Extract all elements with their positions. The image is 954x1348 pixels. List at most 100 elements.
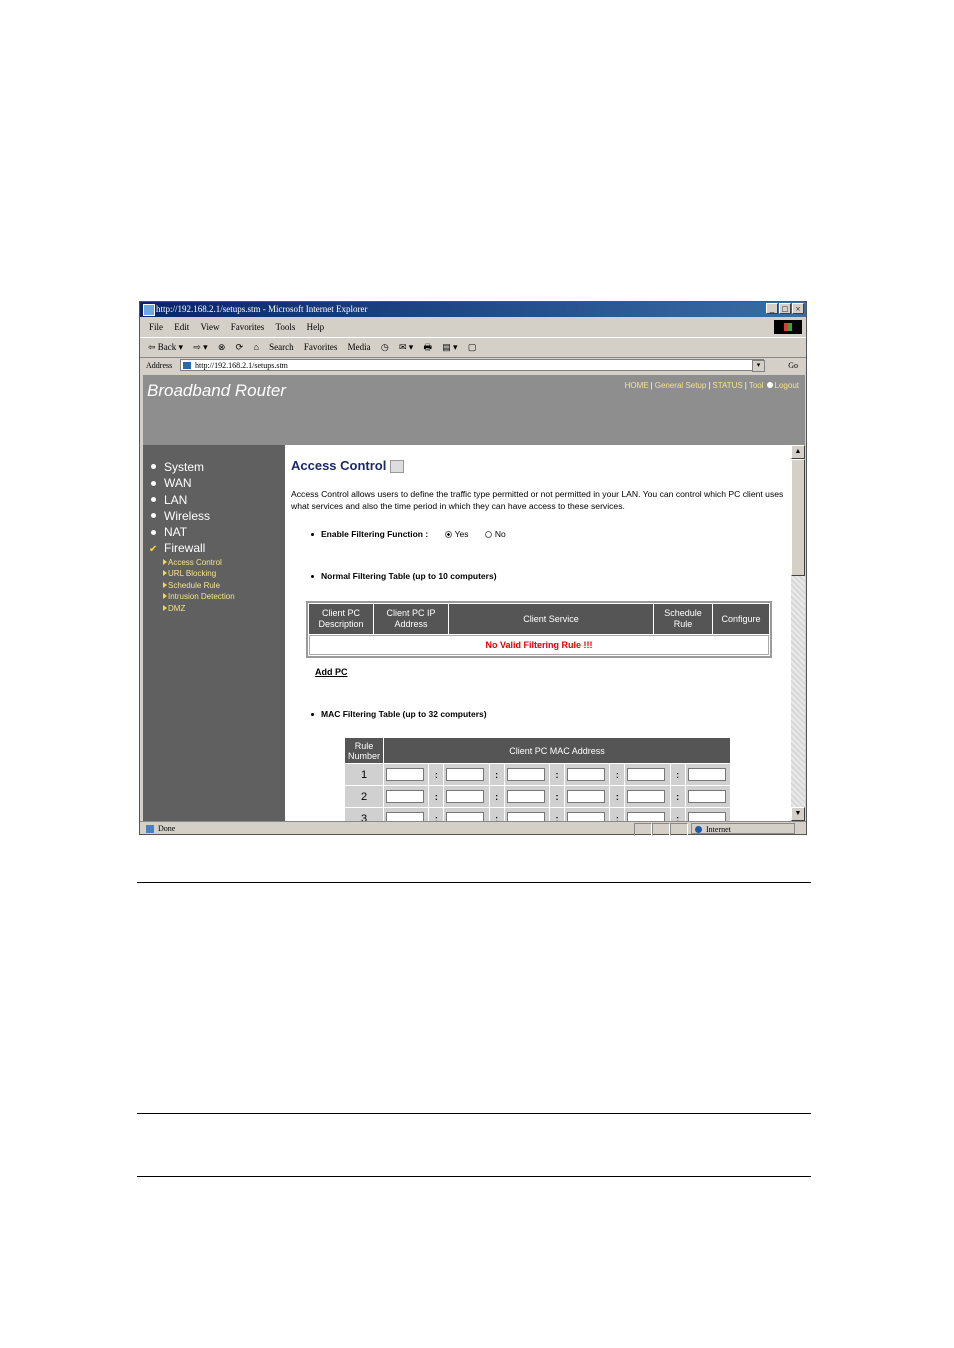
- address-bar: Address http://192.168.2.1/setups.stm ▾ …: [140, 357, 806, 374]
- menu-tools[interactable]: Tools: [275, 322, 295, 332]
- go-button[interactable]: Go: [788, 357, 798, 374]
- home-icon[interactable]: ⌂: [253, 342, 258, 352]
- sidebar-item-system[interactable]: System: [149, 459, 235, 475]
- address-dropdown-icon[interactable]: ▾: [752, 360, 765, 372]
- col-client-pc-ip: Client PC IP Address: [374, 604, 448, 634]
- scroll-up-icon[interactable]: ▲: [791, 445, 805, 459]
- bullet-icon: [311, 533, 314, 537]
- mac-field[interactable]: [386, 790, 424, 803]
- scroll-thumb[interactable]: [791, 459, 805, 576]
- mac-field[interactable]: [566, 768, 605, 781]
- scroll-down-icon[interactable]: ▼: [791, 807, 805, 821]
- bullet-icon: [151, 513, 156, 519]
- status-cell: [634, 823, 652, 836]
- col-client-pc-description: Client PC Description: [309, 604, 373, 634]
- refresh-icon[interactable]: ⟳: [236, 342, 244, 352]
- media-button[interactable]: Media: [348, 342, 371, 352]
- sidebar-sub-schedule-rule[interactable]: Schedule Rule: [163, 580, 235, 592]
- arrow-icon: [163, 581, 167, 588]
- menu-view[interactable]: View: [201, 322, 220, 332]
- col-client-service: Client Service: [449, 604, 653, 634]
- mac-field[interactable]: [386, 812, 424, 821]
- table-row: 2 : : : : :: [345, 786, 730, 807]
- mac-field[interactable]: [687, 790, 726, 803]
- favorites-button[interactable]: Favorites: [304, 342, 338, 352]
- back-button[interactable]: ⇦ Back ▾: [148, 342, 183, 352]
- table-row: 3 : : : : :: [345, 808, 730, 821]
- sidebar: System WAN LAN Wireless NAT ✔ Firewall Ac…: [143, 445, 285, 821]
- menu-edit[interactable]: Edit: [174, 322, 189, 332]
- mail-icon[interactable]: ✉ ▾: [399, 342, 413, 352]
- menu-help[interactable]: Help: [307, 322, 325, 332]
- mac-field[interactable]: [446, 768, 485, 781]
- divider: [137, 1113, 811, 1114]
- mac-field[interactable]: [506, 812, 545, 821]
- bullet-icon: [151, 496, 156, 502]
- mac-field[interactable]: [506, 768, 545, 781]
- sidebar-sub-access-control[interactable]: Access Control: [163, 557, 235, 569]
- windows-logo-icon: [774, 320, 802, 334]
- radio-yes[interactable]: Yes: [444, 529, 468, 539]
- mac-field[interactable]: [687, 812, 726, 821]
- bullet-icon: [151, 464, 156, 470]
- help-icon[interactable]: [390, 460, 405, 474]
- minimize-button[interactable]: _: [766, 303, 778, 314]
- mac-field[interactable]: [566, 812, 605, 821]
- forward-button[interactable]: ⇨ ▾: [193, 342, 207, 352]
- status-bar: Done Internet: [140, 821, 806, 836]
- address-input[interactable]: http://192.168.2.1/setups.stm: [180, 359, 764, 371]
- col-mac-address: Client PC MAC Address: [384, 738, 730, 763]
- sidebar-sub-intrusion-detection[interactable]: Intrusion Detection: [163, 591, 235, 603]
- arrow-icon: [163, 570, 167, 577]
- edit-icon[interactable]: ▤ ▾: [442, 342, 457, 352]
- search-button[interactable]: Search: [269, 342, 294, 352]
- col-rule-number: Rule Number: [345, 738, 383, 763]
- sidebar-item-lan[interactable]: LAN: [149, 492, 235, 508]
- mac-field[interactable]: [506, 790, 545, 803]
- router-banner: Broadband Router HOME | General Setup | STAT…: [143, 375, 805, 445]
- sidebar-sub-url-blocking[interactable]: URL Blocking: [163, 568, 235, 580]
- bullet-icon: [151, 480, 156, 486]
- mac-filtering-table: Rule Number Client PC MAC Address 1 : : …: [344, 737, 731, 821]
- nav-status[interactable]: STATUS: [712, 381, 742, 390]
- mac-field[interactable]: [627, 768, 666, 781]
- mac-field[interactable]: [446, 790, 485, 803]
- brand-title: Broadband Router: [147, 381, 286, 400]
- mac-field[interactable]: [687, 768, 726, 781]
- stop-icon[interactable]: ⊗: [218, 342, 226, 352]
- mac-field[interactable]: [566, 790, 605, 803]
- nav-tool[interactable]: Tool: [749, 381, 764, 390]
- mac-field[interactable]: [446, 812, 485, 821]
- arrow-icon: [163, 593, 167, 600]
- toolbar: ⇦ Back ▾ ⇨ ▾ ⊗ ⟳ ⌂ Search Favorites Medi…: [140, 337, 806, 358]
- close-button[interactable]: ×: [792, 303, 804, 314]
- menu-favorites[interactable]: Favorites: [231, 322, 265, 332]
- logout-icon: [766, 382, 773, 388]
- status-cell: [670, 823, 688, 836]
- maximize-button[interactable]: □: [779, 303, 791, 314]
- add-pc-link[interactable]: Add PC: [315, 667, 348, 677]
- menu-file[interactable]: File: [149, 322, 163, 332]
- top-nav: HOME | General Setup | STATUS | Tool Logout: [624, 381, 799, 390]
- mac-field[interactable]: [627, 812, 666, 821]
- nav-home[interactable]: HOME: [625, 381, 649, 390]
- bullet-icon: [311, 713, 314, 717]
- discuss-icon[interactable]: ▢: [468, 342, 477, 352]
- print-icon[interactable]: 🖶: [424, 342, 433, 352]
- sidebar-item-wan[interactable]: WAN: [149, 475, 235, 491]
- status-text: Done: [146, 822, 175, 836]
- sidebar-item-nat[interactable]: NAT: [149, 524, 235, 540]
- sidebar-item-wireless[interactable]: Wireless: [149, 508, 235, 524]
- sidebar-item-firewall[interactable]: ✔ Firewall: [149, 540, 235, 556]
- checkmark-icon: ✔: [149, 544, 158, 556]
- mac-field[interactable]: [386, 768, 424, 781]
- nav-logout[interactable]: Logout: [775, 381, 799, 390]
- nav-general-setup[interactable]: General Setup: [655, 381, 707, 390]
- radio-no[interactable]: No: [484, 529, 506, 539]
- vertical-scrollbar[interactable]: ▲ ▼: [791, 445, 805, 821]
- table-row: 1 : : : : :: [345, 764, 730, 785]
- mac-field[interactable]: [627, 790, 666, 803]
- address-label: Address: [146, 361, 173, 370]
- history-icon[interactable]: ◷: [381, 342, 389, 352]
- sidebar-sub-dmz[interactable]: DMZ: [163, 603, 235, 615]
